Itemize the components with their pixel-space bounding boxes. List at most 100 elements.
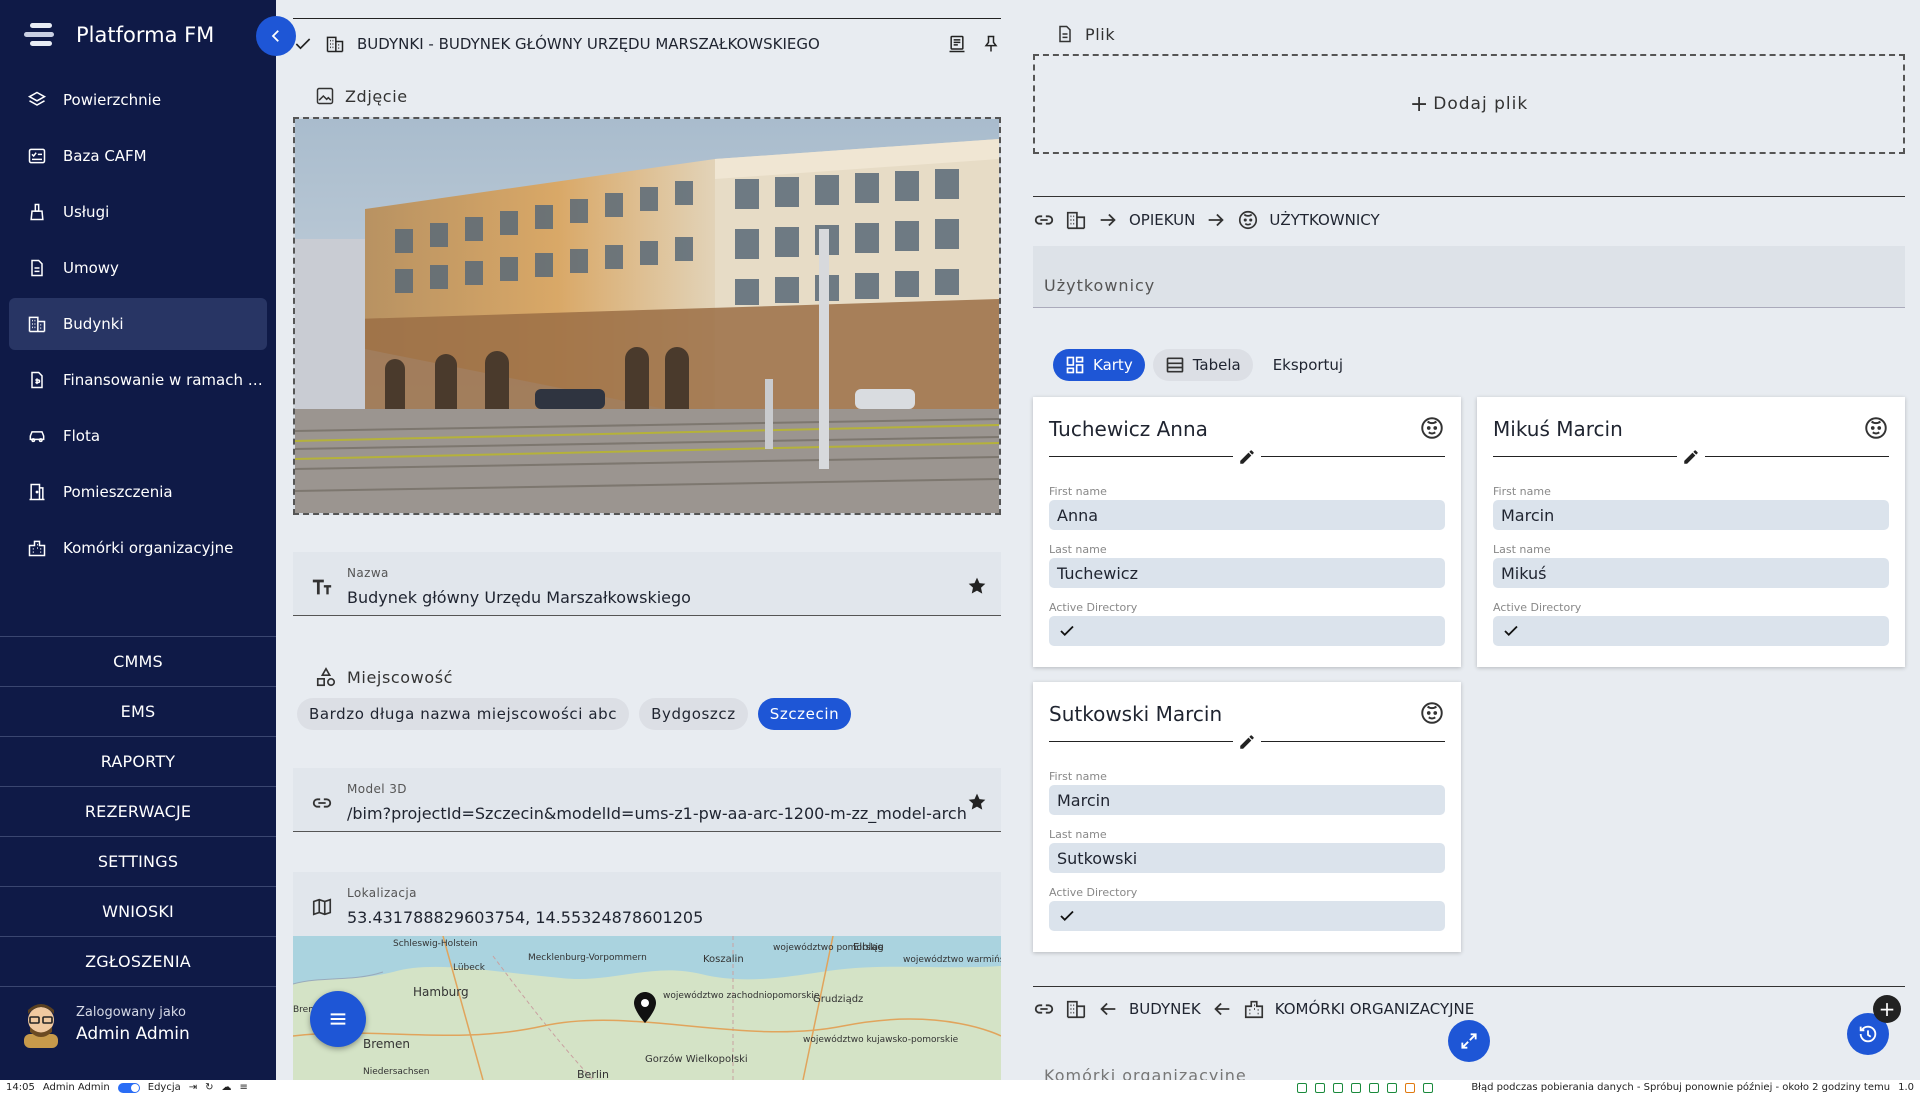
first-name-value: Marcin	[1493, 500, 1889, 530]
active-directory-value	[1049, 901, 1445, 931]
report-icon[interactable]	[947, 34, 967, 54]
cards-view-button[interactable]: Karty	[1053, 349, 1145, 381]
check-icon	[1060, 625, 1074, 637]
finance-doc-icon	[31, 371, 43, 389]
sidebar-item-finansowanie[interactable]: Finansowanie w ramach p...	[9, 354, 267, 406]
status-indicator-icon[interactable]	[1351, 1082, 1362, 1093]
star-icon[interactable]	[967, 792, 987, 812]
status-indicator-icon[interactable]	[1297, 1082, 1308, 1093]
sidebar-item-uslugi[interactable]: Usługi	[9, 186, 267, 238]
sidebar-section-cmms[interactable]: CMMS	[0, 637, 276, 687]
user-card[interactable]: Sutkowski Marcin First name Marcin Last …	[1033, 682, 1461, 952]
cloud-icon[interactable]: ☁	[222, 1082, 232, 1093]
baby-face-icon	[1865, 417, 1887, 439]
file-icon	[1059, 25, 1071, 43]
check-icon	[1504, 625, 1518, 637]
location-field[interactable]: Lokalizacja 53.431788829603754, 14.55324…	[293, 872, 1001, 936]
menu-fab-button[interactable]	[310, 991, 366, 1047]
status-bar: 14:05 Admin Admin Edycja ⇥ ↻ ☁ ≡ Błąd po…	[0, 1080, 1920, 1095]
add-file-dropzone[interactable]: + Dodaj plik	[1033, 54, 1905, 154]
broom-icon	[30, 203, 44, 221]
status-indicator-icon[interactable]	[1387, 1082, 1398, 1093]
sidebar-item-powierzchnie[interactable]: Powierzchnie	[9, 74, 267, 126]
expand-fab-button[interactable]	[1448, 1020, 1490, 1062]
edit-mode-toggle[interactable]	[117, 1082, 140, 1093]
sidebar-item-label: Budynki	[63, 315, 124, 333]
sidebar-item-pomieszczenia[interactable]: Pomieszczenia	[9, 466, 267, 518]
sidebar-item-label: Flota	[63, 427, 101, 445]
refresh-icon[interactable]: ↻	[205, 1082, 213, 1093]
status-indicator-icon[interactable]	[1423, 1082, 1434, 1093]
building-icon	[1066, 211, 1086, 230]
sidebar-sections: CMMS EMS RAPORTY REZERWACJE SETTINGS WNI…	[0, 636, 276, 987]
table-view-button[interactable]: Tabela	[1152, 349, 1253, 381]
arrow-left-icon	[1100, 1002, 1116, 1016]
status-indicator-icon[interactable]	[1333, 1082, 1344, 1093]
sidebar-item-label: Usługi	[63, 203, 110, 221]
add-fab-button[interactable]: +	[1873, 995, 1901, 1023]
pin-icon[interactable]	[981, 34, 1001, 54]
status-indicator-icon[interactable]	[1315, 1082, 1326, 1093]
status-warning-icon[interactable]	[1405, 1082, 1416, 1093]
sidebar-item-umowy[interactable]: Umowy	[9, 242, 267, 294]
sidebar-item-komorki[interactable]: Komórki organizacyjne	[9, 522, 267, 574]
sidebar-item-budynki[interactable]: Budynki	[9, 298, 267, 350]
relation-to-label: UŻYTKOWNICY	[1269, 211, 1380, 229]
car-icon	[29, 431, 45, 443]
sidebar-section-raporty[interactable]: RAPORTY	[0, 737, 276, 787]
export-button[interactable]: Eksportuj	[1261, 349, 1355, 381]
pencil-icon	[1240, 450, 1254, 464]
building-icon	[326, 36, 344, 53]
user-panel[interactable]: Zalogowany jako Admin Admin	[20, 1000, 190, 1048]
checklist-icon	[28, 148, 46, 164]
user-card[interactable]: Tuchewicz Anna First name Anna Last name…	[1033, 397, 1461, 667]
org-units-icon	[28, 540, 46, 557]
user-name: Admin Admin	[76, 1023, 190, 1044]
name-field[interactable]: Nazwa Budynek główny Urzędu Marszałkowsk…	[293, 552, 1001, 616]
user-card[interactable]: Mikuś Marcin First name Marcin Last name…	[1477, 397, 1905, 667]
map-label: Hamburg	[413, 985, 469, 999]
name-value[interactable]: Budynek główny Urzędu Marszałkowskiego	[347, 588, 691, 607]
sidebar-item-label: Pomieszczenia	[63, 483, 173, 501]
sidebar-section-settings[interactable]: SETTINGS	[0, 837, 276, 887]
plus-icon: +	[1878, 997, 1896, 1021]
edit-button[interactable]	[1233, 446, 1261, 468]
sidebar-section-wnioski[interactable]: WNIOSKI	[0, 887, 276, 937]
menu-icon[interactable]: ≡	[240, 1082, 248, 1093]
divider	[293, 18, 1001, 19]
map-label: Gorzów Wielkopolski	[645, 1053, 748, 1065]
status-indicator-icon[interactable]	[1369, 1082, 1380, 1093]
file-section-label: Plik	[1055, 24, 1115, 44]
location-label: Lokalizacja	[347, 886, 417, 900]
record-title: BUDYNKI - BUDYNEK GŁÓWNY URZĘDU MARSZAŁK…	[357, 35, 820, 53]
location-map[interactable]: Schleswig-Holstein Lübeck Mecklenburg-Vo…	[293, 936, 1001, 1080]
logout-icon[interactable]: ⇥	[189, 1082, 197, 1093]
location-value[interactable]: 53.431788829603754, 14.55324878601205	[347, 908, 703, 927]
image-icon	[316, 87, 334, 105]
city-chip-option[interactable]: Bardzo długa nazwa miejscowości abc	[297, 698, 630, 730]
file-label: Plik	[1085, 24, 1116, 44]
model3d-value[interactable]: /bim?projectId=Szczecin&modelId=ums-z1-p…	[347, 804, 967, 823]
star-icon[interactable]	[967, 576, 987, 596]
city-chip-selected[interactable]: Szczecin	[757, 698, 852, 730]
edit-button[interactable]	[1233, 731, 1261, 753]
sidebar-section-zgloszenia[interactable]: ZGŁOSZENIA	[0, 937, 276, 987]
collapse-sidebar-button[interactable]	[256, 16, 296, 56]
sidebar-section-rezerwacje[interactable]: REZERWACJE	[0, 787, 276, 837]
building-photo[interactable]	[293, 117, 1001, 515]
table-view-label: Tabela	[1192, 356, 1241, 374]
edit-button[interactable]	[1677, 446, 1705, 468]
arrow-left-icon	[1213, 1002, 1230, 1016]
check-icon[interactable]	[293, 34, 313, 54]
active-directory-value	[1493, 616, 1889, 646]
first-name-value: Anna	[1049, 500, 1445, 530]
users-field[interactable]: Użytkownicy	[1033, 246, 1905, 308]
last-name-label: Last name	[1493, 543, 1551, 556]
sidebar-section-ems[interactable]: EMS	[0, 687, 276, 737]
sidebar-item-baza-cafm[interactable]: Baza CAFM	[9, 130, 267, 182]
sidebar-item-flota[interactable]: Flota	[9, 410, 267, 462]
app-title: Platforma FM	[76, 23, 215, 47]
city-chip-option[interactable]: Bydgoszcz	[639, 698, 748, 730]
model3d-field[interactable]: Model 3D /bim?projectId=Szczecin&modelId…	[293, 768, 1001, 832]
link-icon	[312, 798, 332, 808]
